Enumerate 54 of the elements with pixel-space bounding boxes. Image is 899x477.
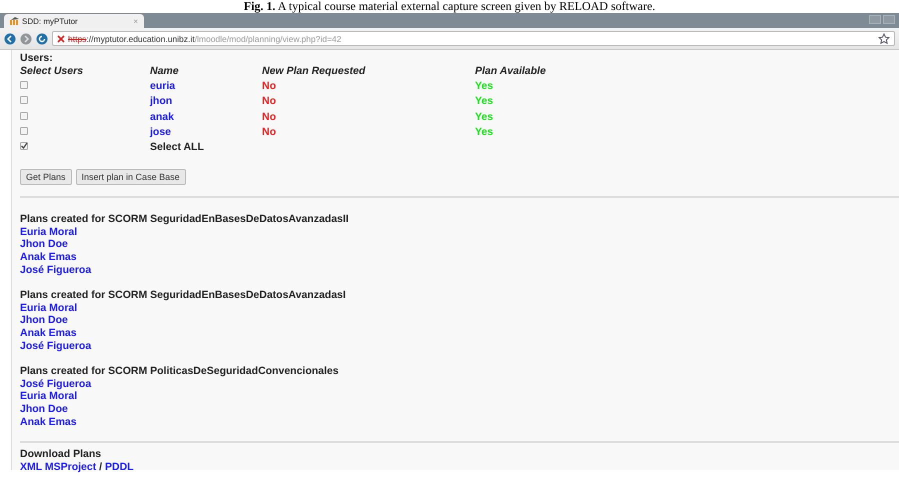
- separator-text: /: [99, 460, 102, 473]
- user-plan-link[interactable]: Anak Emas: [20, 416, 77, 428]
- column-header: New Plan Requested: [262, 64, 366, 79]
- section-heading: Users:: [20, 52, 54, 64]
- back-button[interactable]: [4, 32, 16, 44]
- tab-title: SDD: myPTutor: [22, 16, 79, 26]
- user-plan-link[interactable]: Jhon Doe: [20, 402, 68, 415]
- plans-heading: Plans created for SCORM PoliticasDeSeguridadConvencionales: [20, 365, 340, 378]
- user-plan-link[interactable]: Jhon Doe: [20, 314, 68, 326]
- user-plan-link[interactable]: Euria Moral: [20, 390, 78, 402]
- select-all-label: Select ALL: [150, 140, 205, 156]
- download-heading: Download Plans: [20, 448, 102, 461]
- checkbox[interactable]: [20, 112, 28, 120]
- user-plan-link[interactable]: Euria Moral: [20, 302, 78, 314]
- user-name: jose: [150, 124, 172, 140]
- action-button[interactable]: Get Plans: [20, 169, 72, 186]
- status-text: Yes: [475, 110, 494, 125]
- forward-button[interactable]: [20, 32, 32, 44]
- user-name: euria: [150, 79, 176, 94]
- plans-heading: Plans created for SCORM SeguridadEnBasesDeDatosAvanzadasII: [20, 213, 350, 226]
- browser-tab[interactable]: SDD: myPTutor ×: [4, 14, 144, 28]
- column-header: Select Users: [20, 64, 84, 79]
- checkbox[interactable]: [20, 96, 28, 104]
- status-text: Yes: [475, 79, 494, 94]
- download-link[interactable]: XML MSProject: [20, 460, 96, 473]
- status-text: No: [262, 94, 277, 110]
- user-plan-link[interactable]: Anak Emas: [20, 251, 77, 263]
- checkbox[interactable]: [20, 81, 28, 90]
- status-text: Yes: [475, 124, 494, 140]
- plans-heading: Plans created for SCORM SeguridadEnBasesDeDatosAvanzadasI: [20, 289, 347, 302]
- checkbox[interactable]: [20, 126, 28, 135]
- status-text: No: [262, 79, 277, 94]
- user-plan-link[interactable]: Jhon Doe: [20, 238, 68, 250]
- user-plan-link[interactable]: José Figueroa: [20, 264, 92, 276]
- site-logo-icon: [10, 17, 19, 25]
- bookmark-star-icon[interactable]: [878, 32, 890, 44]
- user-plan-link[interactable]: José Figueroa: [20, 340, 92, 352]
- url-text: https://myptutor.education.unibz.it/lmoodle/mod/planning/view.php?id=42: [68, 34, 342, 44]
- column-header: Plan Available: [475, 64, 547, 79]
- download-link[interactable]: PDDL: [105, 460, 134, 473]
- user-name: jhon: [150, 94, 174, 110]
- status-text: No: [262, 110, 277, 125]
- status-text: No: [262, 124, 277, 140]
- column-header: Name: [150, 64, 180, 79]
- action-button[interactable]: Insert plan in Case Base: [76, 169, 186, 186]
- reload-button[interactable]: [36, 32, 48, 44]
- address-field[interactable]: https://myptutor.education.unibz.it/lmoodle/mod/planning/view.php?id=42: [52, 31, 895, 46]
- status-text: Yes: [475, 94, 494, 110]
- checkbox[interactable]: [20, 142, 28, 150]
- figure-caption: Fig. 1. A typical course material external capture screen given by RELOAD software.: [242, 0, 656, 13]
- user-plan-link[interactable]: Anak Emas: [20, 326, 77, 339]
- user-plan-link[interactable]: José Figueroa: [20, 378, 92, 390]
- user-plan-link[interactable]: Euria Moral: [20, 226, 78, 238]
- user-name: anak: [150, 110, 175, 125]
